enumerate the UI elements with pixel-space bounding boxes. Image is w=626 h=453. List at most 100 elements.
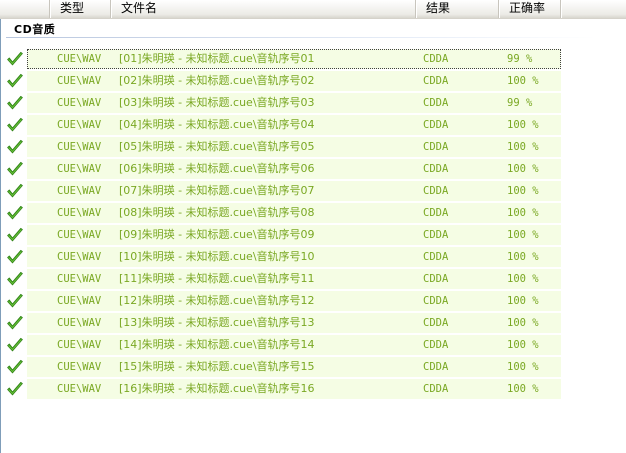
list-row[interactable]: CUE\WAV [11]朱明瑛 - 未知标题.cue\音轨序号11 CDDA 1…	[0, 268, 626, 290]
row-result: CDDA	[423, 339, 449, 351]
list-row[interactable]: CUE\WAV [07]朱明瑛 - 未知标题.cue\音轨序号07 CDDA 1…	[0, 180, 626, 202]
row-accuracy: 100 %	[507, 251, 539, 263]
row-result: CDDA	[423, 295, 449, 307]
column-header-type[interactable]: 类型	[50, 0, 111, 18]
row-type: CUE\WAV	[57, 141, 102, 153]
checkmark-icon	[7, 183, 23, 198]
row-type: CUE\WAV	[57, 97, 102, 109]
row-filename: [07]朱明瑛 - 未知标题.cue\音轨序号07	[119, 184, 315, 197]
row-filename: [06]朱明瑛 - 未知标题.cue\音轨序号06	[119, 162, 315, 175]
row-type: CUE\WAV	[57, 75, 102, 87]
row-filename: [11]朱明瑛 - 未知标题.cue\音轨序号11	[119, 272, 315, 285]
row-result: CDDA	[423, 185, 449, 197]
checkmark-icon	[7, 315, 23, 330]
row-accuracy: 99 %	[507, 53, 533, 65]
row-accuracy: 100 %	[507, 273, 539, 285]
row-accuracy: 100 %	[507, 75, 539, 87]
row-type: CUE\WAV	[57, 229, 102, 241]
row-accuracy: 100 %	[507, 295, 539, 307]
list-row[interactable]: CUE\WAV [04]朱明瑛 - 未知标题.cue\音轨序号04 CDDA 1…	[0, 114, 626, 136]
row-result: CDDA	[423, 141, 449, 153]
row-accuracy: 100 %	[507, 141, 539, 153]
row-result: CDDA	[423, 317, 449, 329]
row-result: CDDA	[423, 53, 449, 65]
group-header-divider	[6, 37, 596, 38]
row-type: CUE\WAV	[57, 207, 102, 219]
checkmark-icon	[7, 227, 23, 242]
row-filename: [08]朱明瑛 - 未知标题.cue\音轨序号08	[119, 206, 315, 219]
list-row[interactable]: CUE\WAV [10]朱明瑛 - 未知标题.cue\音轨序号10 CDDA 1…	[0, 246, 626, 268]
row-type: CUE\WAV	[57, 295, 102, 307]
row-type: CUE\WAV	[57, 273, 102, 285]
checkmark-icon	[7, 337, 23, 352]
checkmark-icon	[7, 359, 23, 374]
row-result: CDDA	[423, 119, 449, 131]
column-header-status[interactable]	[0, 0, 50, 18]
list-row[interactable]: CUE\WAV [16]朱明瑛 - 未知标题.cue\音轨序号16 CDDA 1…	[0, 378, 626, 400]
group-header-label: CD音质	[14, 23, 56, 36]
list-row[interactable]: CUE\WAV [02]朱明瑛 - 未知标题.cue\音轨序号02 CDDA 1…	[0, 70, 626, 92]
row-accuracy: 100 %	[507, 339, 539, 351]
row-filename: [10]朱明瑛 - 未知标题.cue\音轨序号10	[119, 250, 315, 263]
row-type: CUE\WAV	[57, 383, 102, 395]
row-result: CDDA	[423, 207, 449, 219]
list-row[interactable]: CUE\WAV [13]朱明瑛 - 未知标题.cue\音轨序号13 CDDA 1…	[0, 312, 626, 334]
column-header-result[interactable]: 结果	[416, 0, 499, 18]
row-type: CUE\WAV	[57, 251, 102, 263]
row-filename: [15]朱明瑛 - 未知标题.cue\音轨序号15	[119, 360, 315, 373]
row-result: CDDA	[423, 75, 449, 87]
row-accuracy: 100 %	[507, 207, 539, 219]
row-filename: [13]朱明瑛 - 未知标题.cue\音轨序号13	[119, 316, 315, 329]
row-filename: [03]朱明瑛 - 未知标题.cue\音轨序号03	[119, 96, 315, 109]
checkmark-icon	[7, 205, 23, 220]
list-row[interactable]: CUE\WAV [09]朱明瑛 - 未知标题.cue\音轨序号09 CDDA 1…	[0, 224, 626, 246]
list-row[interactable]: CUE\WAV [08]朱明瑛 - 未知标题.cue\音轨序号08 CDDA 1…	[0, 202, 626, 224]
list-row[interactable]: CUE\WAV [12]朱明瑛 - 未知标题.cue\音轨序号12 CDDA 1…	[0, 290, 626, 312]
list-row[interactable]: CUE\WAV [05]朱明瑛 - 未知标题.cue\音轨序号05 CDDA 1…	[0, 136, 626, 158]
row-result: CDDA	[423, 229, 449, 241]
row-filename: [16]朱明瑛 - 未知标题.cue\音轨序号16	[119, 382, 315, 395]
checkmark-icon	[7, 51, 23, 66]
row-accuracy: 100 %	[507, 185, 539, 197]
checkmark-icon	[7, 249, 23, 264]
checkmark-icon	[7, 293, 23, 308]
checkmark-icon	[7, 161, 23, 176]
row-accuracy: 100 %	[507, 361, 539, 373]
list-row[interactable]: CUE\WAV [03]朱明瑛 - 未知标题.cue\音轨序号03 CDDA 9…	[0, 92, 626, 114]
row-filename: [12]朱明瑛 - 未知标题.cue\音轨序号12	[119, 294, 315, 307]
column-header-filename[interactable]: 文件名	[111, 0, 416, 18]
column-header-accuracy[interactable]: 正确率	[499, 0, 561, 18]
row-result: CDDA	[423, 97, 449, 109]
list-row[interactable]: CUE\WAV [01]朱明瑛 - 未知标题.cue\音轨序号01 CDDA 9…	[0, 48, 626, 70]
list-row[interactable]: CUE\WAV [15]朱明瑛 - 未知标题.cue\音轨序号15 CDDA 1…	[0, 356, 626, 378]
row-accuracy: 99 %	[507, 97, 533, 109]
checkmark-icon	[7, 117, 23, 132]
row-type: CUE\WAV	[57, 339, 102, 351]
row-type: CUE\WAV	[57, 53, 102, 65]
checkmark-icon	[7, 95, 23, 110]
row-filename: [01]朱明瑛 - 未知标题.cue\音轨序号01	[119, 52, 315, 65]
row-type: CUE\WAV	[57, 361, 102, 373]
list-row[interactable]: CUE\WAV [06]朱明瑛 - 未知标题.cue\音轨序号06 CDDA 1…	[0, 158, 626, 180]
checkmark-icon	[7, 139, 23, 154]
row-type: CUE\WAV	[57, 119, 102, 131]
checkmark-icon	[7, 73, 23, 88]
checkmark-icon	[7, 381, 23, 396]
row-filename: [04]朱明瑛 - 未知标题.cue\音轨序号04	[119, 118, 315, 131]
row-accuracy: 100 %	[507, 383, 539, 395]
row-filename: [02]朱明瑛 - 未知标题.cue\音轨序号02	[119, 74, 315, 87]
row-filename: [09]朱明瑛 - 未知标题.cue\音轨序号09	[119, 228, 315, 241]
row-type: CUE\WAV	[57, 185, 102, 197]
row-result: CDDA	[423, 273, 449, 285]
row-result: CDDA	[423, 163, 449, 175]
file-list: CUE\WAV [01]朱明瑛 - 未知标题.cue\音轨序号01 CDDA 9…	[0, 48, 626, 400]
row-type: CUE\WAV	[57, 163, 102, 175]
list-row[interactable]: CUE\WAV [14]朱明瑛 - 未知标题.cue\音轨序号14 CDDA 1…	[0, 334, 626, 356]
row-accuracy: 100 %	[507, 119, 539, 131]
list-header: 类型 文件名 结果 正确率	[0, 0, 626, 19]
row-filename: [05]朱明瑛 - 未知标题.cue\音轨序号05	[119, 140, 315, 153]
checkmark-icon	[7, 271, 23, 286]
row-accuracy: 100 %	[507, 317, 539, 329]
row-accuracy: 100 %	[507, 163, 539, 175]
column-header-filler	[561, 0, 626, 18]
